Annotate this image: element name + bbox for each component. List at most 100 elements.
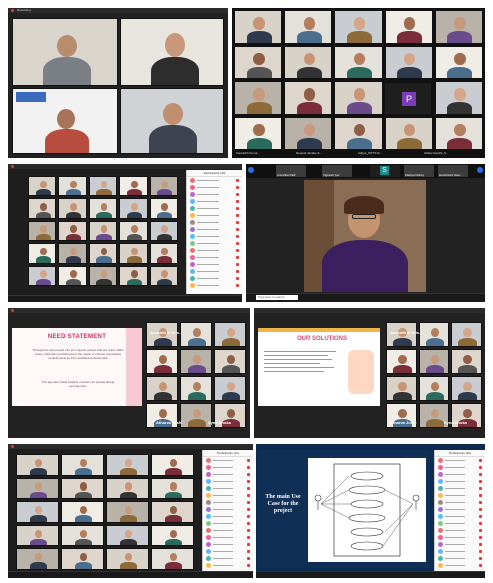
participant-row[interactable] [435,457,485,464]
participant-row[interactable] [187,184,242,191]
video-tile[interactable] [16,501,59,523]
video-tile[interactable] [28,198,57,219]
participant-row[interactable] [203,555,253,562]
video-tile[interactable] [106,548,149,570]
video-tile[interactable] [151,477,194,500]
participant-row[interactable] [203,471,253,478]
video-tile[interactable] [28,220,57,242]
video-tile[interactable] [284,45,333,79]
participant-row[interactable] [187,198,242,205]
participant-row[interactable] [203,485,253,492]
participant-row[interactable] [203,562,253,569]
video-tile[interactable] [180,349,212,374]
video-tile[interactable] [334,116,383,150]
video-tile[interactable] [418,349,450,374]
video-tile[interactable] [61,501,104,523]
thumb-tile[interactable]: S [370,165,400,177]
video-tile[interactable] [120,88,224,154]
video-tile[interactable] [146,376,178,401]
video-tile[interactable] [12,18,118,86]
video-tile[interactable] [234,81,283,115]
participant-row[interactable] [187,205,242,212]
video-tile[interactable] [451,322,482,347]
video-tile[interactable] [28,243,57,264]
participant-row[interactable] [203,499,253,506]
participant-row[interactable] [203,541,253,548]
video-tile[interactable] [151,524,194,547]
participant-row[interactable] [435,527,485,534]
participant-row[interactable] [187,233,242,240]
participant-row[interactable] [435,492,485,499]
participant-row[interactable] [187,177,242,184]
video-tile[interactable] [434,10,483,44]
video-tile[interactable] [214,349,246,374]
participant-row[interactable] [203,548,253,555]
video-tile[interactable] [149,220,178,242]
video-tile[interactable] [214,376,246,401]
participant-row[interactable] [435,513,485,520]
participant-row[interactable] [435,520,485,527]
participant-row[interactable] [187,212,242,219]
participant-row[interactable] [435,471,485,478]
video-tile[interactable] [88,243,118,264]
video-tile[interactable] [119,243,148,264]
video-tile[interactable] [28,176,57,197]
video-tile[interactable] [284,81,333,115]
video-tile[interactable] [58,243,87,264]
participant-row[interactable] [187,261,242,268]
video-tile[interactable] [151,548,194,570]
video-tile[interactable] [58,176,87,197]
video-tile[interactable] [434,81,483,115]
video-tile[interactable] [234,10,283,44]
video-tile[interactable] [61,524,104,547]
participant-row[interactable] [203,513,253,520]
participant-row[interactable] [187,254,242,261]
video-tile[interactable] [119,220,148,242]
participant-row[interactable] [203,534,253,541]
participant-row[interactable] [187,282,242,289]
video-tile[interactable] [149,198,178,219]
thumb-tile[interactable]: Anushka Patil [276,165,306,177]
participant-row[interactable] [187,268,242,275]
video-tile[interactable] [334,10,383,44]
participant-row[interactable] [203,506,253,513]
participant-row[interactable] [187,226,242,233]
video-tile[interactable] [451,349,482,374]
video-tile[interactable] [12,88,118,154]
video-tile[interactable] [58,220,87,242]
video-tile[interactable] [88,220,118,242]
video-tile[interactable] [16,548,59,570]
video-tile[interactable] [28,265,57,286]
video-tile[interactable] [418,376,450,401]
video-tile[interactable] [58,198,87,219]
video-tile[interactable] [88,198,118,219]
purple-avatar-tile[interactable]: P [384,82,432,115]
participant-row[interactable] [187,191,242,198]
thumb-tile[interactable]: Vignesh Iyer [322,165,352,177]
video-tile[interactable] [234,45,283,79]
video-tile[interactable] [106,454,149,476]
video-tile[interactable] [88,265,118,286]
participant-row[interactable] [435,555,485,562]
participant-row[interactable] [187,240,242,247]
video-tile[interactable] [58,265,87,286]
video-tile[interactable] [119,176,148,197]
participant-row[interactable] [435,499,485,506]
video-tile[interactable] [434,116,483,150]
participant-row[interactable] [187,275,242,282]
participant-row[interactable] [203,527,253,534]
active-speaker-video[interactable] [304,180,426,292]
video-tile[interactable] [146,349,178,374]
video-tile[interactable] [334,45,383,79]
participant-row[interactable] [435,478,485,485]
participant-row[interactable] [187,247,242,254]
strip-left-arrow-icon[interactable] [248,167,254,173]
video-tile[interactable] [106,477,149,500]
video-tile[interactable] [119,265,148,286]
video-tile[interactable] [61,477,104,500]
video-tile[interactable] [386,349,417,374]
video-tile[interactable] [180,376,212,401]
video-tile[interactable] [386,376,417,401]
video-tile[interactable] [149,243,178,264]
video-tile[interactable] [384,10,433,44]
